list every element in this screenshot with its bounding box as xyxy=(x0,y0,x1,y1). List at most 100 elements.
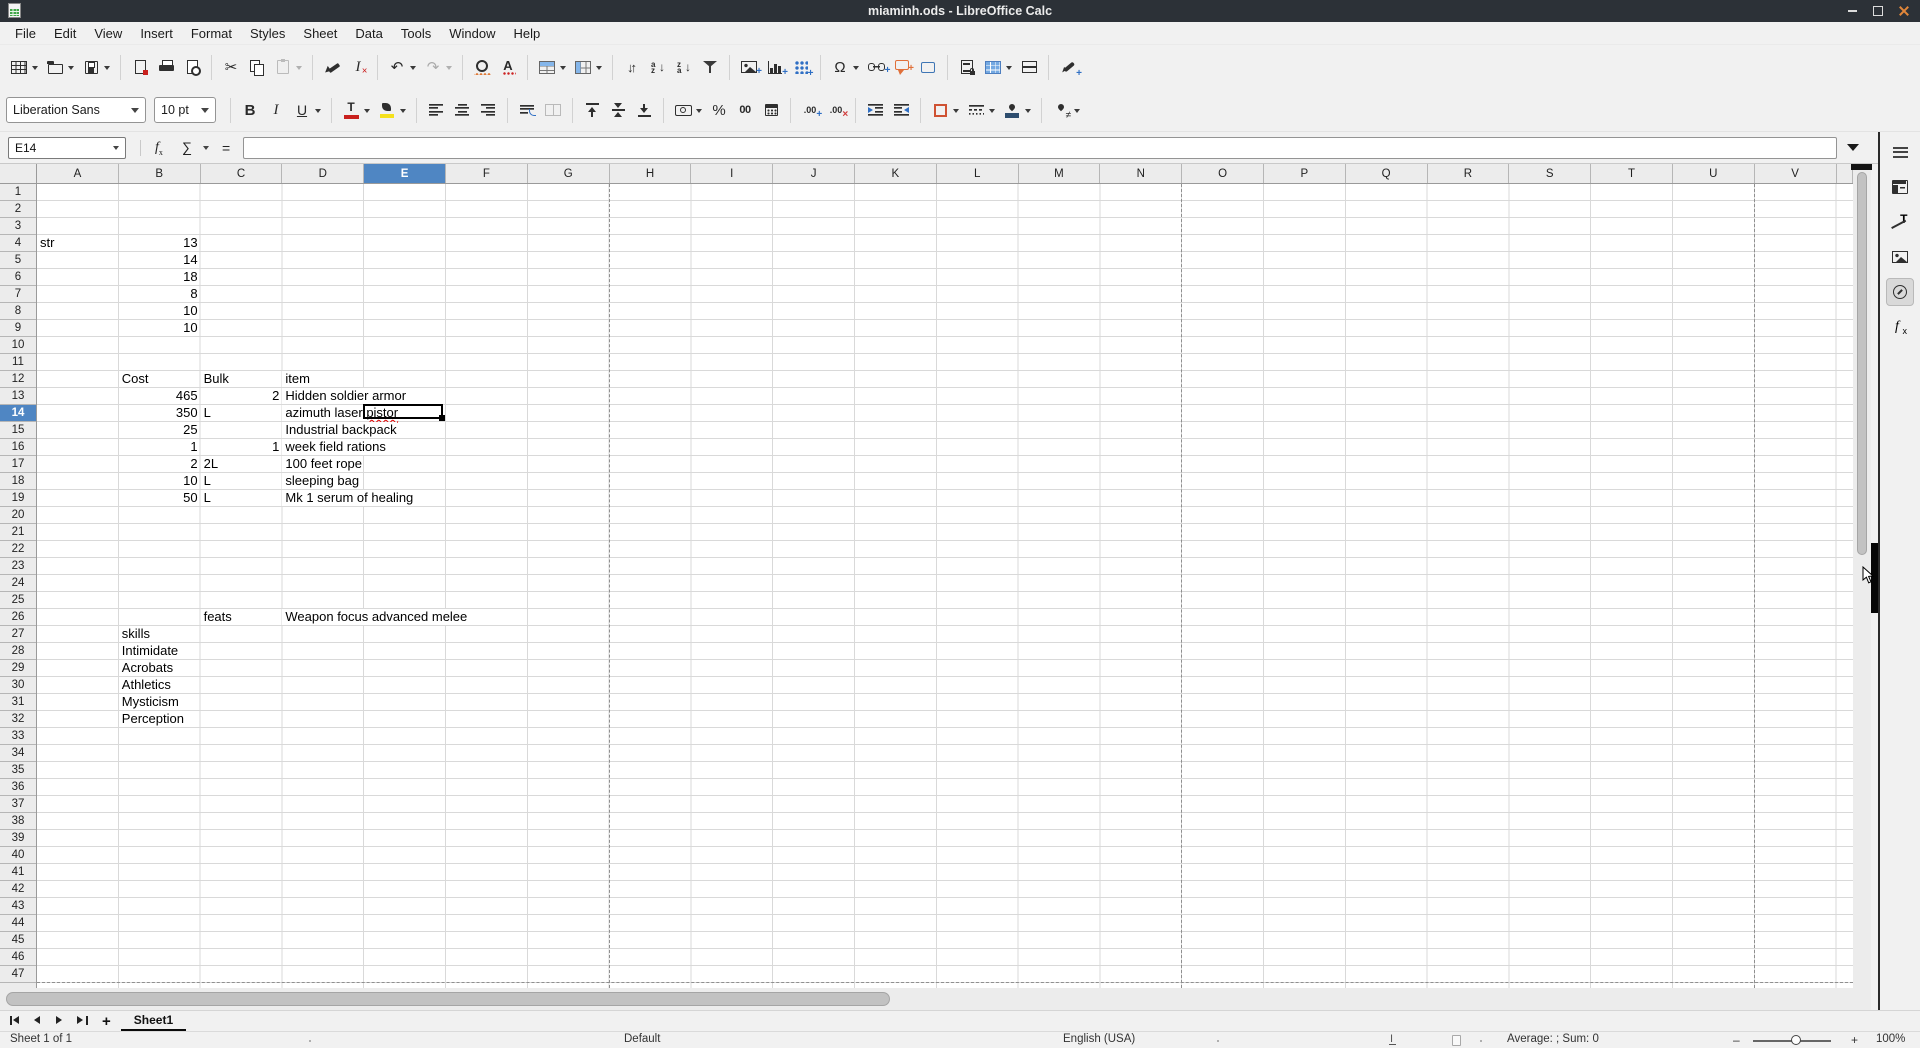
cell-B30[interactable]: Athletics xyxy=(119,677,171,693)
row-header-36[interactable]: 36 xyxy=(0,779,36,796)
export-pdf-button[interactable] xyxy=(128,55,152,79)
menu-format[interactable]: Format xyxy=(182,24,241,43)
cell-D17[interactable]: 100 feet rope xyxy=(282,456,362,472)
cell-B29[interactable]: Acrobats xyxy=(119,660,173,676)
row-header-21[interactable]: 21 xyxy=(0,524,36,541)
row-header-30[interactable]: 30 xyxy=(0,677,36,694)
cell-B7[interactable]: 8 xyxy=(119,286,201,302)
format-date-button[interactable] xyxy=(759,98,783,122)
paste-button[interactable] xyxy=(271,55,305,79)
cell-C17[interactable]: 2L xyxy=(201,456,218,472)
column-header-J[interactable]: J xyxy=(773,164,855,183)
row-header-39[interactable]: 39 xyxy=(0,830,36,847)
open-dropdown[interactable] xyxy=(68,66,74,70)
menu-edit[interactable]: Edit xyxy=(45,24,85,43)
menu-tools[interactable]: Tools xyxy=(392,24,440,43)
undo-dropdown[interactable] xyxy=(410,66,416,70)
language[interactable]: English (USA) xyxy=(1063,1033,1135,1045)
cell-D19[interactable]: Mk 1 serum of healing xyxy=(282,490,413,506)
add-sheet-button[interactable]: + xyxy=(102,1014,111,1029)
increase-indent-button[interactable] xyxy=(863,98,887,122)
column-header-Q[interactable]: Q xyxy=(1346,164,1428,183)
row-header-46[interactable]: 46 xyxy=(0,949,36,966)
center-vertically-button[interactable] xyxy=(606,98,630,122)
column-header-M[interactable]: M xyxy=(1019,164,1101,183)
cell-B5[interactable]: 14 xyxy=(119,252,201,268)
insert-pivot-table-button[interactable]: + xyxy=(789,55,813,79)
row-header-13[interactable]: 13 xyxy=(0,388,36,405)
cell-C26[interactable]: feats xyxy=(201,609,232,625)
conditional-formatting-dropdown[interactable] xyxy=(1074,109,1080,113)
zoom-out-button[interactable]: – xyxy=(1733,1033,1740,1047)
column-header-S[interactable]: S xyxy=(1509,164,1591,183)
menu-view[interactable]: View xyxy=(85,24,131,43)
row-header-3[interactable]: 3 xyxy=(0,218,36,235)
merge-cells-button[interactable] xyxy=(541,98,565,122)
copy-button[interactable] xyxy=(245,55,269,79)
headers-footers-button[interactable] xyxy=(955,55,979,79)
restore-icon[interactable] xyxy=(1868,2,1888,20)
column-header-B[interactable]: B xyxy=(119,164,201,183)
cell-D12[interactable]: item xyxy=(282,371,310,387)
font-name-combo[interactable]: Liberation Sans xyxy=(6,97,146,123)
cell-D16[interactable]: week field rations xyxy=(282,439,385,455)
border-color-button[interactable] xyxy=(1000,98,1034,122)
row-header-9[interactable]: 9 xyxy=(0,320,36,337)
zoom-level[interactable]: 100% xyxy=(1876,1033,1905,1045)
cell-B16[interactable]: 1 xyxy=(119,439,201,455)
cell-B14[interactable]: 350 xyxy=(119,405,201,421)
row-header-18[interactable]: 18 xyxy=(0,473,36,490)
insert-chart-button[interactable]: + xyxy=(763,55,787,79)
redo-dropdown[interactable] xyxy=(446,66,452,70)
cell-A4[interactable]: str xyxy=(37,235,54,251)
row-header-45[interactable]: 45 xyxy=(0,932,36,949)
row-header-22[interactable]: 22 xyxy=(0,541,36,558)
insert-rows-button[interactable] xyxy=(535,55,569,79)
font-size-combo[interactable]: 10 pt xyxy=(154,97,216,123)
cell-D15[interactable]: Industrial backpack xyxy=(282,422,396,438)
row-header-26[interactable]: 26 xyxy=(0,609,36,626)
row-header-40[interactable]: 40 xyxy=(0,847,36,864)
borders-button[interactable] xyxy=(928,98,962,122)
insert-text-box-button[interactable] xyxy=(916,55,940,79)
column-header-P[interactable]: P xyxy=(1264,164,1346,183)
italic-button[interactable]: I xyxy=(264,98,288,122)
sort-descending-button[interactable] xyxy=(672,55,696,79)
undo-button[interactable]: ↶ xyxy=(385,55,419,79)
row-header-25[interactable]: 25 xyxy=(0,592,36,609)
menu-data[interactable]: Data xyxy=(346,24,391,43)
print-button[interactable] xyxy=(154,55,178,79)
first-sheet-icon[interactable] xyxy=(10,1016,22,1026)
formula-input[interactable] xyxy=(243,137,1837,159)
column-header-R[interactable]: R xyxy=(1428,164,1510,183)
cell-C18[interactable]: L xyxy=(201,473,211,489)
cell-D13[interactable]: Hidden soldier armor xyxy=(282,388,406,404)
column-header-F[interactable]: F xyxy=(446,164,528,183)
row-header-24[interactable]: 24 xyxy=(0,575,36,592)
sidebar-tab-styles[interactable] xyxy=(1886,208,1914,236)
new-button[interactable] xyxy=(7,55,41,79)
font-color-dropdown[interactable] xyxy=(364,109,370,113)
row-header-43[interactable]: 43 xyxy=(0,898,36,915)
minimize-icon[interactable] xyxy=(1842,2,1862,20)
sidebar-tab-navigator[interactable] xyxy=(1886,278,1914,306)
row-header-37[interactable]: 37 xyxy=(0,796,36,813)
sheet-tab[interactable]: Sheet1 xyxy=(121,1011,186,1032)
row-header-12[interactable]: 12 xyxy=(0,371,36,388)
row-header-28[interactable]: 28 xyxy=(0,643,36,660)
row-header-47[interactable]: 47 xyxy=(0,966,36,983)
insert-rows-dropdown[interactable] xyxy=(560,66,566,70)
row-header-7[interactable]: 7 xyxy=(0,286,36,303)
cell-B9[interactable]: 10 xyxy=(119,320,201,336)
sidebar-tab-properties[interactable] xyxy=(1886,173,1914,201)
menu-file[interactable]: File xyxy=(6,24,45,43)
chevron-down-icon[interactable] xyxy=(203,146,209,150)
border-color-dropdown[interactable] xyxy=(1025,109,1031,113)
cut-button[interactable]: ✂ xyxy=(219,55,243,79)
align-bottom-button[interactable] xyxy=(632,98,656,122)
column-header-T[interactable]: T xyxy=(1591,164,1673,183)
font-color-button[interactable]: T xyxy=(339,98,373,122)
row-header-23[interactable]: 23 xyxy=(0,558,36,575)
row-header-33[interactable]: 33 xyxy=(0,728,36,745)
spreadsheet-grid[interactable]: ABCDEFGHIJKLMNOPQRSTUV 12345678910111213… xyxy=(0,164,1853,988)
